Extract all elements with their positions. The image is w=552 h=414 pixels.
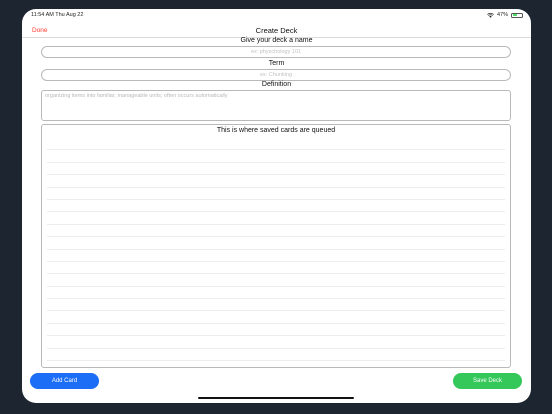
queue-row-separator [47,336,505,349]
battery-icon [511,12,523,18]
battery-percent: 47% [496,12,508,18]
queue-list [47,138,505,365]
queue-row-separator [47,138,505,151]
queue-row-separator [47,274,505,287]
queue-row-separator [47,163,505,176]
status-time: 11:54 AM Thu Aug 22 [31,12,84,18]
status-indicators: 47% [487,12,523,18]
queue-row-separator [47,175,505,188]
queue-row-separator [47,349,505,362]
saved-cards-queue[interactable]: This is where saved cards are queued [41,124,511,368]
queue-row-separator [47,287,505,300]
queue-row-separator [47,250,505,262]
queue-row-separator [47,311,505,324]
deck-name-input[interactable] [41,46,511,58]
home-indicator [198,397,354,399]
queue-row-separator [47,200,505,213]
page-title: Create Deck [255,26,298,35]
queue-row-separator [47,212,505,225]
deck-name-label: Give your deck a name [240,37,313,44]
status-bar: 11:54 AM Thu Aug 22 47% [22,9,531,23]
battery-level [513,14,518,17]
queue-title: This is where saved cards are queued [216,127,336,134]
save-deck-button[interactable]: Save Deck [453,373,522,389]
add-card-button[interactable]: Add Card [30,373,99,389]
queue-row-separator [47,324,505,337]
queue-row-separator [47,150,505,163]
term-label: Term [268,60,285,67]
definition-input[interactable] [41,90,511,121]
term-input[interactable] [41,69,511,81]
app-window: 11:54 AM Thu Aug 22 47% Done Create Deck… [22,9,531,403]
queue-row-separator [47,188,505,200]
queue-row-separator [47,225,505,238]
wifi-icon [487,12,494,18]
queue-row-separator [47,299,505,312]
definition-label: Definition [261,81,292,88]
navigation-bar: Done Create Deck [22,23,531,37]
queue-row-separator [47,237,505,250]
queue-row-separator [47,262,505,275]
